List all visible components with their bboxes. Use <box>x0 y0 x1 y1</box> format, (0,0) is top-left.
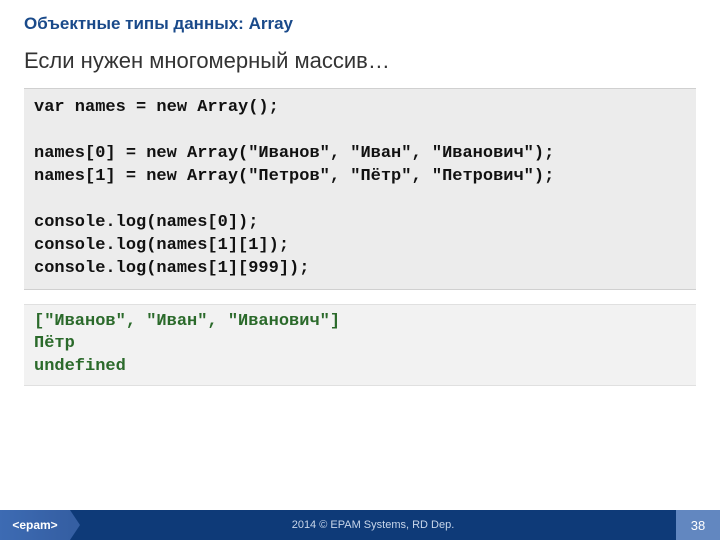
page-number: 38 <box>676 510 720 540</box>
slide-footer: <epam> 2014 © EPAM Systems, RD Dep. 38 <box>0 510 720 540</box>
slide-title: Объектные типы данных: Array <box>24 14 696 34</box>
epam-logo: <epam> <box>0 510 70 540</box>
output-block: ["Иванов", "Иван", "Иванович"] Пётр unde… <box>24 304 696 387</box>
code-block: var names = new Array(); names[0] = new … <box>24 88 696 290</box>
slide-subtitle: Если нужен многомерный массив… <box>0 40 720 84</box>
slide-header: Объектные типы данных: Array <box>0 0 720 40</box>
copyright-text: 2014 © EPAM Systems, RD Dep. <box>70 519 676 531</box>
